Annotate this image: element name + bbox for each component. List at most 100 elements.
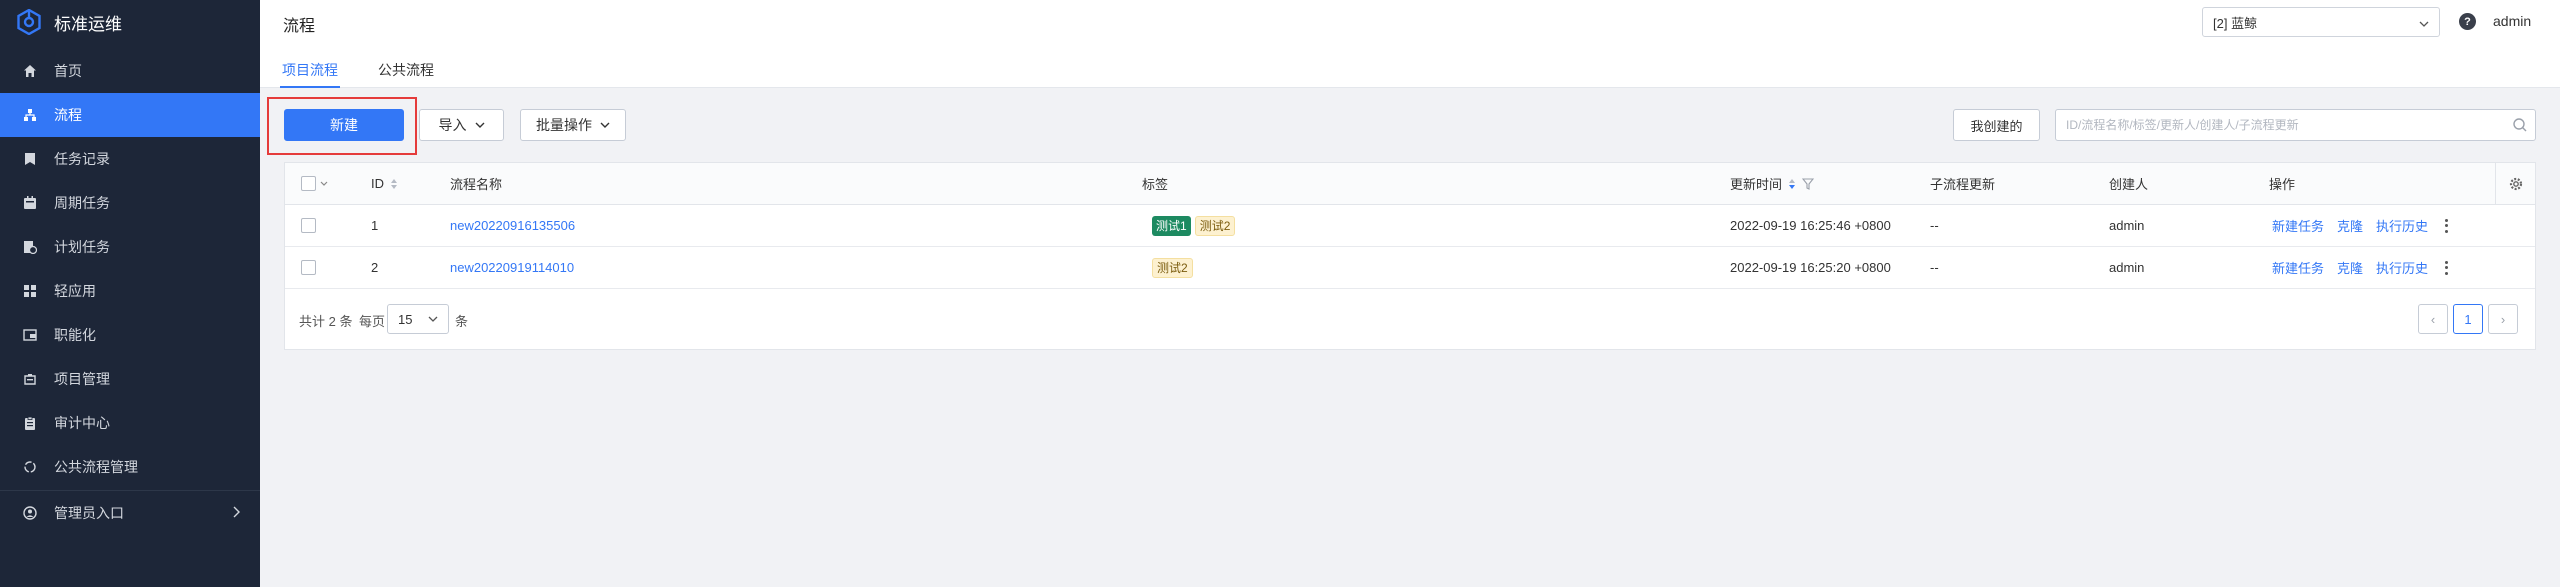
select-all-cell — [301, 163, 328, 204]
col-updated-label: 更新时间 — [1730, 177, 1783, 192]
user-circle-icon — [22, 505, 38, 521]
col-actions: 操作 — [2269, 177, 2296, 192]
per-page-unit: 条 — [455, 314, 469, 329]
project-select[interactable]: [2] 蓝鲸 — [2202, 7, 2440, 37]
select-all-checkbox[interactable] — [301, 176, 316, 191]
sidebar-item-label: 周期任务 — [54, 195, 110, 211]
history-link[interactable]: 执行历史 — [2376, 216, 2428, 235]
batch-operation-button[interactable]: 批量操作 — [520, 109, 626, 141]
sidebar-item-scheduled[interactable]: 计划任务 — [0, 225, 260, 269]
project-icon — [22, 371, 38, 387]
table-row: 1 new20220916135506 测试1 测试2 2022-09-19 1… — [285, 205, 2535, 247]
sidebar-item-flow[interactable]: 流程 — [0, 93, 260, 137]
row-creator: admin — [2109, 218, 2145, 233]
col-id-label: ID — [371, 176, 384, 191]
row-id: 2 — [371, 260, 379, 275]
row-sub-update: -- — [1930, 260, 1939, 275]
import-label: 导入 — [438, 117, 467, 133]
row-sub-update: -- — [1930, 218, 1939, 233]
clone-link[interactable]: 克隆 — [2337, 258, 2363, 277]
sidebar-item-light-app[interactable]: 轻应用 — [0, 269, 260, 313]
total-count: 共计 2 条 — [299, 314, 353, 329]
sidebar-item-label: 计划任务 — [54, 239, 110, 255]
chevron-down-icon — [429, 316, 438, 322]
sidebar-item-label: 项目管理 — [54, 371, 110, 387]
bookmark-icon — [22, 151, 38, 167]
row-updated: 2022-09-19 16:25:20 +0800 — [1730, 260, 1891, 275]
row-checkbox[interactable] — [301, 218, 316, 233]
page-size-select[interactable]: 15 — [387, 304, 449, 334]
logo-icon — [17, 9, 41, 35]
row-updated: 2022-09-19 16:25:46 +0800 — [1730, 218, 1891, 233]
new-button[interactable]: 新建 — [284, 109, 404, 141]
tag: 测试2 — [1152, 257, 1193, 278]
functional-icon — [22, 327, 38, 343]
sort-icon[interactable] — [1788, 178, 1796, 190]
col-sub-update: 子流程更新 — [1930, 177, 1996, 192]
sidebar-item-label: 首页 — [54, 63, 82, 79]
row-actions: 新建任务 克隆 执行历史 — [2272, 247, 2451, 288]
batch-label: 批量操作 — [536, 117, 592, 133]
help-icon[interactable]: ? — [2459, 13, 2476, 30]
tag: 测试1 — [1152, 215, 1191, 236]
more-icon[interactable] — [2441, 260, 2451, 275]
search-icon[interactable] — [2512, 117, 2528, 133]
sidebar-item-label: 任务记录 — [54, 151, 110, 167]
sidebar-item-task-records[interactable]: 任务记录 — [0, 137, 260, 181]
sidebar-item-project-mgmt[interactable]: 项目管理 — [0, 357, 260, 401]
row-checkbox-cell — [301, 205, 316, 246]
row-id: 1 — [371, 218, 379, 233]
tabs: 项目流程 公共流程 — [280, 52, 474, 88]
table-header: ID 流程名称 标签 更新时间 子流程更新 创建人 操作 — [285, 163, 2535, 205]
more-icon[interactable] — [2441, 218, 2451, 233]
row-flow-name[interactable]: new20220919114010 — [450, 247, 574, 288]
chevron-down-icon — [475, 122, 484, 128]
col-updated[interactable]: 更新时间 — [1730, 163, 1815, 204]
chevron-down-icon[interactable] — [320, 181, 328, 186]
tab-project-flow[interactable]: 项目流程 — [280, 52, 340, 88]
row-tags: 测试1 测试2 — [1152, 205, 1239, 246]
calendar-icon — [22, 195, 38, 211]
sidebar-item-admin-entry[interactable]: 管理员入口 — [0, 491, 260, 535]
row-actions: 新建任务 克隆 执行历史 — [2272, 205, 2451, 246]
history-link[interactable]: 执行历史 — [2376, 258, 2428, 277]
project-select-value: [2] 蓝鲸 — [2213, 15, 2258, 31]
sidebar-item-label: 管理员入口 — [54, 505, 124, 521]
next-page-button[interactable]: › — [2488, 304, 2518, 334]
prev-page-button[interactable]: ‹ — [2418, 304, 2448, 334]
user-name[interactable]: admin — [2493, 13, 2531, 29]
filter-icon[interactable] — [1802, 177, 1815, 190]
flow-icon — [22, 107, 38, 123]
sort-icon[interactable] — [390, 178, 398, 190]
sidebar-item-functional[interactable]: 职能化 — [0, 313, 260, 357]
row-creator: admin — [2109, 260, 2145, 275]
sidebar-item-label: 审计中心 — [54, 415, 110, 431]
chevron-down-icon — [600, 122, 610, 128]
row-flow-name[interactable]: new20220916135506 — [450, 205, 575, 246]
sidebar-item-home[interactable]: 首页 — [0, 49, 260, 93]
import-button[interactable]: 导入 — [419, 109, 504, 141]
tab-common-flow[interactable]: 公共流程 — [378, 52, 434, 88]
row-checkbox[interactable] — [301, 260, 316, 275]
page-title: 流程 — [283, 18, 316, 35]
table-row: 2 new20220919114010 测试2 2022-09-19 16:25… — [285, 247, 2535, 289]
sidebar-item-audit[interactable]: 审计中心 — [0, 401, 260, 445]
header: 流程 项目流程 公共流程 [2] 蓝鲸 ? admin — [260, 0, 2560, 88]
sidebar-item-common-flow-mgmt[interactable]: 公共流程管理 — [0, 445, 260, 489]
sidebar-item-periodic[interactable]: 周期任务 — [0, 181, 260, 225]
gear-icon[interactable] — [2495, 163, 2535, 205]
apps-icon — [22, 283, 38, 299]
brand: 标准运维 — [0, 0, 260, 44]
page-number-button[interactable]: 1 — [2453, 304, 2483, 334]
col-id[interactable]: ID — [371, 163, 398, 204]
clone-link[interactable]: 克隆 — [2337, 216, 2363, 235]
clipboard-icon — [22, 415, 38, 431]
row-checkbox-cell — [301, 247, 316, 288]
new-task-link[interactable]: 新建任务 — [2272, 258, 2324, 277]
my-created-button[interactable]: 我创建的 — [1953, 109, 2040, 141]
pagination-bar: 共计 2 条 每页 15 条 — [285, 289, 2535, 349]
col-tags: 标签 — [1142, 177, 1169, 192]
new-task-link[interactable]: 新建任务 — [2272, 216, 2324, 235]
search-input[interactable] — [2055, 109, 2536, 141]
sidebar-item-label: 职能化 — [54, 327, 96, 343]
